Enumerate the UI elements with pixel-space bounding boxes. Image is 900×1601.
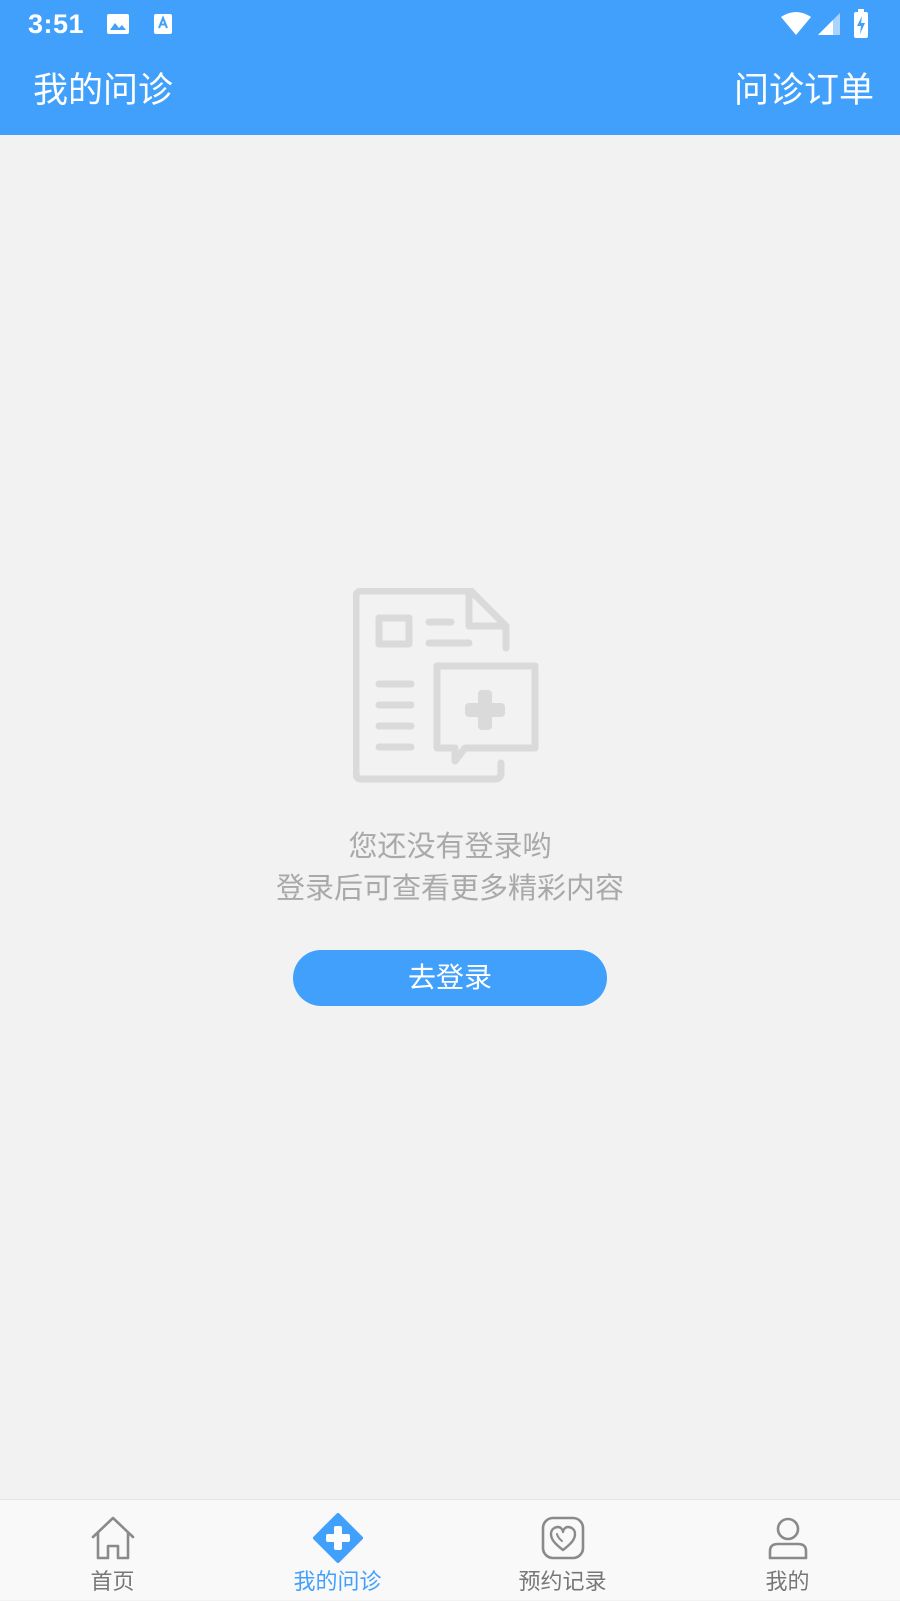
- medical-plus-icon: [312, 1513, 363, 1563]
- status-time: 3:51: [28, 9, 85, 39]
- person-icon: [768, 1517, 807, 1560]
- accessibility-icon: [154, 14, 172, 34]
- page-title: 我的问诊: [33, 71, 174, 111]
- empty-state-subtitle: 登录后可查看更多精彩内容: [275, 871, 624, 905]
- nav-label-my-consultations: 我的问诊: [293, 1570, 382, 1595]
- heart-calendar-icon: [541, 1516, 584, 1560]
- signal-icon: [818, 13, 840, 35]
- status-bar: 3:51: [0, 0, 900, 48]
- login-button[interactable]: 去登录: [293, 950, 607, 1006]
- nav-label-appointments: 预约记录: [518, 1570, 607, 1595]
- nav-label-me: 我的: [765, 1570, 810, 1595]
- nav-item-home[interactable]: 首页: [0, 1500, 225, 1601]
- consultation-document-icon: [353, 588, 539, 783]
- image-icon: [107, 14, 129, 34]
- nav-item-me[interactable]: 我的: [675, 1500, 900, 1601]
- battery-charging-icon: [854, 9, 868, 38]
- main-content: 您还没有登录哟 登录后可查看更多精彩内容 去登录: [0, 135, 900, 1499]
- app-bar: 我的问诊 问诊订单: [0, 48, 900, 135]
- empty-state-title: 您还没有登录哟: [348, 829, 552, 863]
- nav-label-home: 首页: [90, 1570, 135, 1595]
- bottom-nav: 首页 我的问诊 预约记录 我的: [0, 1499, 900, 1600]
- wifi-icon: [781, 12, 811, 35]
- nav-item-appointments[interactable]: 预约记录: [450, 1500, 675, 1601]
- consultation-orders-button[interactable]: 问诊订单: [734, 70, 874, 112]
- nav-item-my-consultations[interactable]: 我的问诊: [225, 1500, 450, 1601]
- home-icon: [91, 1516, 134, 1560]
